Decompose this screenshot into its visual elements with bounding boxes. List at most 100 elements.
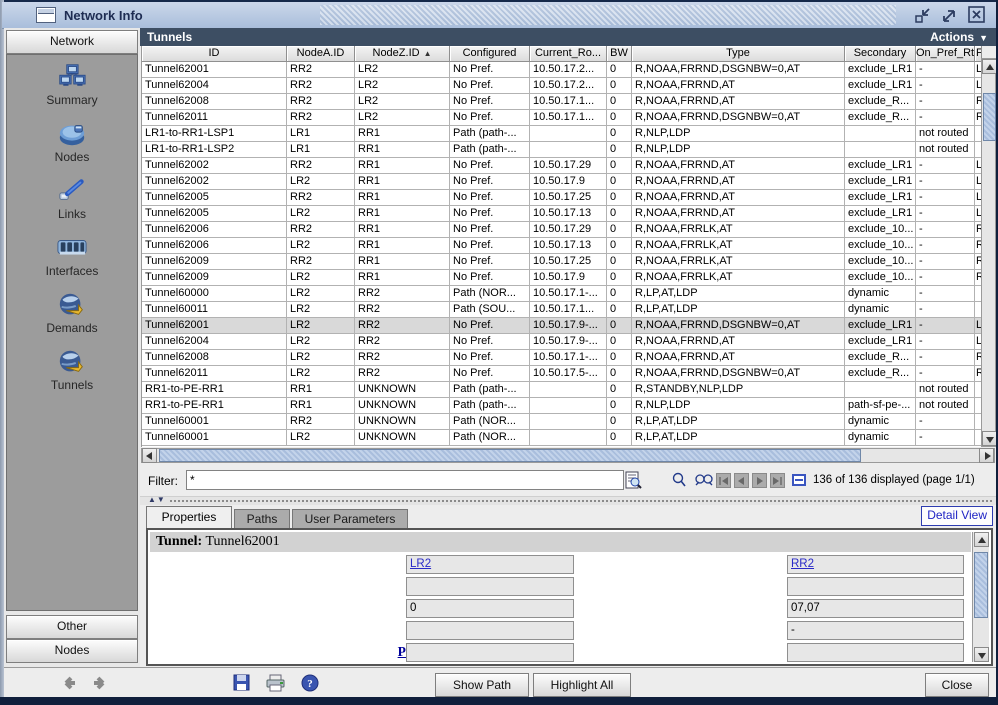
column-header[interactable]: NodeZ.ID▲ [355, 46, 450, 62]
scroll-down-button[interactable] [982, 431, 997, 446]
table-row[interactable]: Tunnel60001LR2UNKNOWNPath (NOR...0R,LP,A… [142, 430, 982, 446]
show-path-button[interactable]: Show Path [435, 673, 529, 697]
title-bar[interactable]: Network Info [2, 2, 996, 29]
close-button[interactable]: Close [925, 673, 989, 697]
search-icon[interactable] [670, 471, 688, 489]
table-row[interactable]: Tunnel62006RR2RR1No Pref.10.50.17.290R,N… [142, 222, 982, 238]
next-page-button[interactable] [752, 473, 767, 488]
save-icon[interactable] [233, 674, 252, 692]
highlight-all-button[interactable]: Highlight All [533, 673, 631, 697]
column-header[interactable]: Current_Ro...▲ [530, 46, 607, 62]
table-cell: - [916, 174, 975, 190]
table-cell: Tunnel62011 [142, 110, 287, 126]
advanced-filter-icon[interactable] [625, 471, 643, 489]
sidebar-group-nodes-button[interactable]: Nodes [6, 639, 138, 663]
column-header[interactable]: Configured▲ [450, 46, 530, 62]
table-cell: path-sf-pe-... [845, 398, 916, 414]
column-header[interactable]: ID▲ [142, 46, 287, 62]
maximize-icon[interactable] [941, 6, 959, 24]
column-header[interactable]: Type▲ [632, 46, 845, 62]
table-cell: LR2 [287, 286, 355, 302]
sidebar-item-demands[interactable]: Demands [46, 291, 97, 335]
table-row[interactable]: Tunnel62002LR2RR1No Pref.10.50.17.90R,NO… [142, 174, 982, 190]
table-row[interactable]: Tunnel62004LR2RR2No Pref.10.50.17.9-...0… [142, 334, 982, 350]
scroll-right-button[interactable] [979, 448, 994, 463]
table-cell: LR2 [287, 366, 355, 382]
network-info-window: Network Info Network Summary Nodes [0, 0, 998, 705]
table-cell: 10.50.17.5-... [530, 366, 607, 382]
splitter-collapse-icons[interactable]: ▲▼ [148, 495, 166, 504]
column-header[interactable]: Secondary▲ [845, 46, 916, 62]
actions-menu-button[interactable]: Actions▼ [930, 30, 988, 44]
column-header[interactable]: NodeA.ID▲ [287, 46, 355, 62]
column-header[interactable]: On_Pref_Rt▲ [916, 46, 975, 62]
scroll-up-button[interactable] [982, 59, 997, 74]
detail-view-link[interactable]: Detail View [921, 506, 993, 526]
table-row[interactable]: Tunnel62005RR2RR1No Pref.10.50.17.250R,N… [142, 190, 982, 206]
table-row[interactable]: Tunnel62009LR2RR1No Pref.10.50.17.90R,NO… [142, 270, 982, 286]
column-header[interactable]: BW▲ [607, 46, 632, 62]
field-value-box[interactable]: 07,07 [787, 599, 964, 618]
scroll-down-button[interactable] [974, 647, 989, 662]
horizontal-scroll-thumb[interactable] [159, 449, 861, 462]
table-row[interactable]: Tunnel62001RR2LR2No Pref.10.50.17.2...0R… [142, 62, 982, 78]
field-value-box[interactable] [787, 643, 964, 662]
tab-properties[interactable]: Properties [146, 506, 232, 528]
sidebar-group-network-button[interactable]: Network [6, 30, 138, 54]
table-row[interactable]: LR1-to-RR1-LSP1LR1RR1Path (path-...0R,NL… [142, 126, 982, 142]
table-cell: Tunnel62002 [142, 158, 287, 174]
table-row[interactable]: Tunnel62001LR2RR2No Pref.10.50.17.9-...0… [142, 318, 982, 334]
sidebar-item-interfaces[interactable]: Interfaces [46, 234, 99, 278]
panel-splitter[interactable]: ▲▼ [140, 496, 996, 505]
table-row[interactable]: RR1-to-PE-RR1RR1UNKNOWNPath (path-...0R,… [142, 382, 982, 398]
table-row[interactable]: Tunnel62011LR2RR2No Pref.10.50.17.5-...0… [142, 366, 982, 382]
first-page-button[interactable] [716, 473, 731, 488]
scroll-left-button[interactable] [142, 448, 157, 463]
zoom-search-icon[interactable] [693, 471, 711, 489]
page-list-icon[interactable] [792, 474, 806, 486]
table-row[interactable]: Tunnel62002RR2RR1No Pref.10.50.17.290R,N… [142, 158, 982, 174]
table-row[interactable]: Tunnel62004RR2LR2No Pref.10.50.17.2...0R… [142, 78, 982, 94]
table-cell: - [916, 254, 975, 270]
print-icon[interactable] [266, 674, 285, 692]
sidebar-item-links[interactable]: Links [57, 177, 87, 221]
back-icon[interactable] [58, 674, 77, 692]
table-row[interactable]: Tunnel62009RR2RR1No Pref.10.50.17.250R,N… [142, 254, 982, 270]
field-value-box[interactable]: RR2 [787, 555, 964, 574]
table-cell: Tunnel60000 [142, 286, 287, 302]
footer-bar: ? Show Path Highlight All Close [4, 667, 996, 698]
table-row[interactable]: Tunnel62005LR2RR1No Pref.10.50.17.130R,N… [142, 206, 982, 222]
table-row[interactable]: Tunnel60001RR2UNKNOWNPath (NOR...0R,LP,A… [142, 414, 982, 430]
table-cell: - [916, 350, 975, 366]
tab-paths[interactable]: Paths [234, 509, 290, 528]
table-cell: LR1-to-RR1-LSP2 [142, 142, 287, 158]
table-row[interactable]: Tunnel62006LR2RR1No Pref.10.50.17.130R,N… [142, 238, 982, 254]
scroll-up-button[interactable] [974, 532, 989, 547]
field-value-box[interactable]: - [787, 621, 964, 640]
sidebar-item-nodes[interactable]: Nodes [55, 120, 90, 164]
table-row[interactable]: Tunnel60011LR2RR2Path (SOU...10.50.17.1.… [142, 302, 982, 318]
table-row[interactable]: Tunnel62008LR2RR2No Pref.10.50.17.1-...0… [142, 350, 982, 366]
filter-input[interactable] [186, 470, 624, 490]
properties-scroll-thumb[interactable] [974, 552, 988, 618]
table-cell: - [916, 302, 975, 318]
table-row[interactable]: Tunnel62008RR2LR2No Pref.10.50.17.1...0R… [142, 94, 982, 110]
table-row[interactable]: LR1-to-RR1-LSP2LR1RR1Path (path-...0R,NL… [142, 142, 982, 158]
vertical-scroll-thumb[interactable] [983, 93, 996, 141]
close-icon[interactable] [968, 6, 986, 24]
forward-icon[interactable] [92, 674, 111, 692]
table-row[interactable]: Tunnel60000LR2RR2Path (NOR...10.50.17.1-… [142, 286, 982, 302]
table-cell: RR2 [355, 366, 450, 382]
table-row[interactable]: Tunnel62011RR2LR2No Pref.10.50.17.1...0R… [142, 110, 982, 126]
tab-user-parameters[interactable]: User Parameters [292, 509, 408, 528]
last-page-button[interactable] [770, 473, 785, 488]
field-value-box[interactable] [787, 577, 964, 596]
sidebar-item-tunnels[interactable]: Tunnels [51, 348, 93, 392]
table-row[interactable]: RR1-to-PE-RR1RR1UNKNOWNPath (path-...0R,… [142, 398, 982, 414]
help-icon[interactable]: ? [301, 674, 320, 692]
restore-icon[interactable] [914, 6, 932, 24]
prev-page-button[interactable] [734, 473, 749, 488]
sidebar-item-summary[interactable]: Summary [46, 63, 97, 107]
sidebar-group-other-button[interactable]: Other [6, 615, 138, 639]
table-cell [530, 430, 607, 446]
